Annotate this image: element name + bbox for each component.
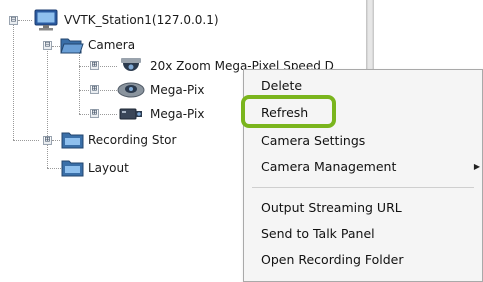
tree-connector (13, 140, 39, 141)
menu-item-camera-settings[interactable]: Camera Settings (244, 129, 482, 153)
refresh-highlight-callout (241, 95, 336, 128)
tree-connector (79, 52, 80, 114)
menu-item-camera-management[interactable]: Camera Management ▶ (244, 155, 482, 179)
tree-connector (52, 140, 60, 141)
menu-item-open-recording-folder[interactable]: Open Recording Folder (244, 248, 482, 272)
menu-item-camera-management-label: Camera Management (261, 159, 397, 174)
tree-connector (13, 20, 14, 140)
layout-label[interactable]: Layout (88, 160, 129, 176)
recording-expand-toggle[interactable]: ⊞ (43, 136, 52, 145)
box-camera-icon (118, 106, 144, 122)
tree-connector (52, 46, 60, 47)
camera-2-expand-toggle[interactable]: ⊞ (90, 85, 99, 94)
open-folder-icon (60, 36, 84, 55)
camera-2-label[interactable]: Mega-Pix (150, 82, 204, 98)
fisheye-camera-icon (117, 80, 145, 100)
menu-item-output-streaming-url[interactable]: Output Streaming URL (244, 196, 482, 220)
recording-storage-label[interactable]: Recording Stor (88, 132, 176, 148)
station-collapse-toggle[interactable]: ⊟ (9, 16, 18, 25)
folder-icon (61, 131, 84, 149)
folder-icon (61, 159, 84, 177)
menu-item-send-to-talk-panel[interactable]: Send to Talk Panel (244, 222, 482, 246)
tree-connector (18, 20, 32, 21)
camera-3-expand-toggle[interactable]: ⊞ (90, 109, 99, 118)
submenu-arrow-icon: ▶ (473, 162, 480, 171)
camera-group-label[interactable]: Camera (88, 37, 135, 53)
monitor-icon (34, 9, 58, 31)
menu-separator (252, 187, 474, 188)
camera-1-expand-toggle[interactable]: ⊞ (90, 61, 99, 70)
camera-3-label[interactable]: Mega-Pix (150, 106, 204, 122)
tree-connector (47, 46, 48, 168)
camera-group-collapse-toggle[interactable]: ⊟ (43, 41, 52, 50)
speed-dome-camera-icon (118, 56, 144, 76)
station-label[interactable]: VVTK_Station1(127.0.0.1) (64, 12, 219, 28)
